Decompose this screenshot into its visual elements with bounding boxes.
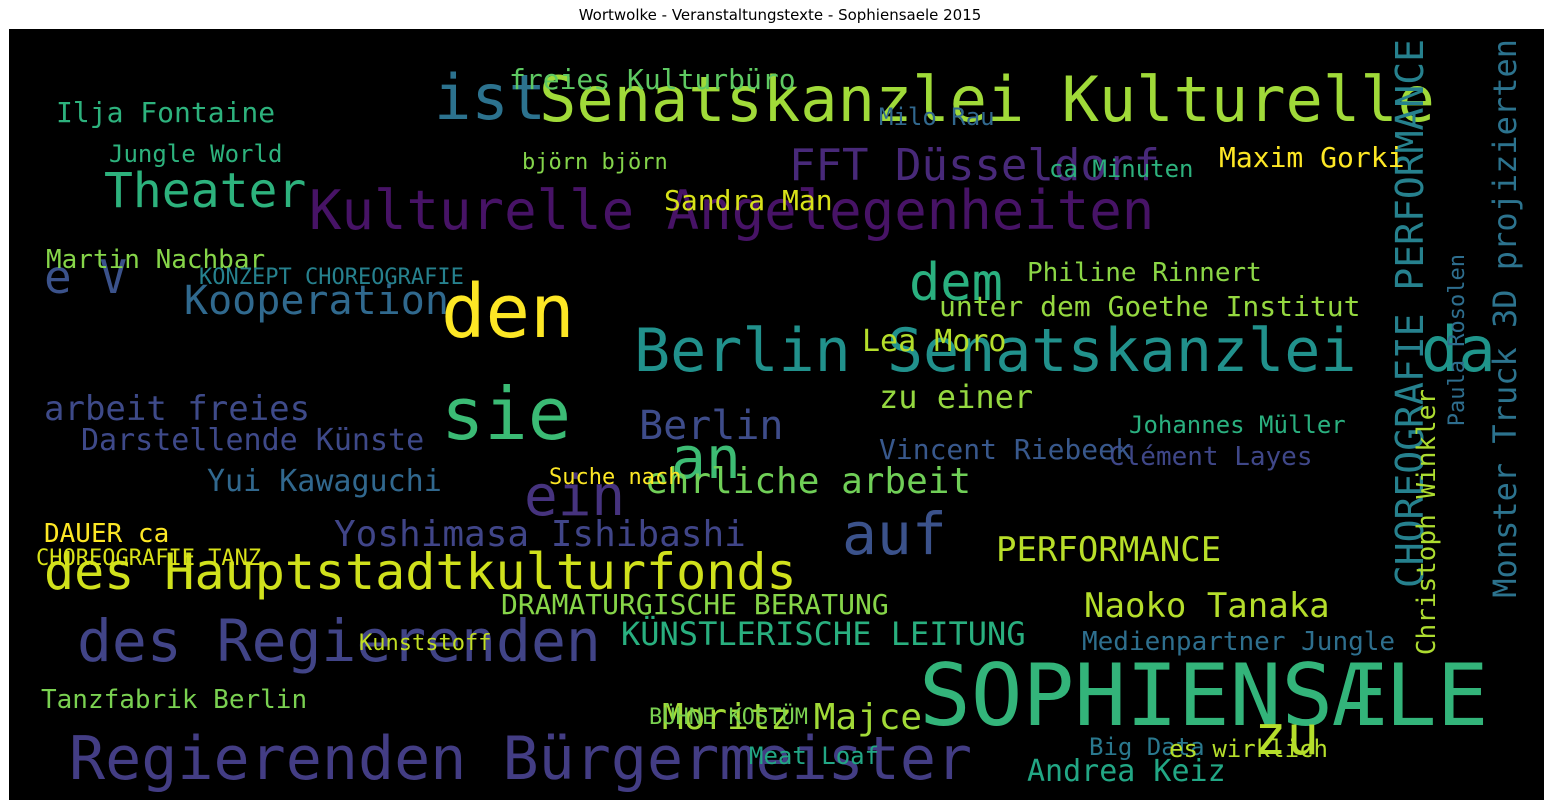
word-22: PERFORMANCE	[996, 530, 1222, 570]
word-29: arbeit freies	[44, 389, 311, 429]
word-50: KONZEPT CHOREOGRAFIE	[199, 265, 464, 290]
word-51: DAUER ca	[44, 519, 170, 549]
word-39: Lea Moro	[862, 324, 1007, 359]
word-33: freies Kulturbüro	[509, 63, 796, 96]
word-0: SOPHIENSÆLE	[919, 646, 1489, 746]
word-54: BÜHNE KOSTÜM	[649, 705, 808, 730]
word-8: sie	[441, 372, 572, 456]
word-41: Sandra Man	[664, 184, 833, 217]
word-44: Paula Rosolen	[1445, 254, 1470, 427]
word-10: auf	[842, 500, 947, 568]
word-cloud: SOPHIENSÆLE Senatskanzlei Kulturelle Kultu…	[9, 29, 1544, 800]
word-47: zu einer	[879, 378, 1034, 416]
word-17: Theater	[104, 163, 307, 219]
word-53: Jungle World	[109, 140, 283, 168]
word-27: Yoshimasa Ishibashi	[334, 514, 746, 555]
word-57: es wirklich	[1169, 735, 1328, 763]
word-48: Ilja Fontaine	[56, 96, 276, 129]
word-28: Darstellende Künste	[81, 423, 425, 458]
word-31: Tanzfabrik Berlin	[41, 685, 308, 715]
word-55: Meat Loaf	[749, 742, 880, 770]
word-52: CHOREOGRAFIE TANZ	[36, 546, 262, 571]
word-46: Berlin	[639, 403, 784, 449]
word-35: Philine Rinnert	[1027, 258, 1262, 288]
word-43: Christoph Winkler	[1412, 389, 1442, 656]
word-62: Kunststoff	[359, 631, 492, 656]
chart-title: Wortwolke - Veranstaltungstexte - Sophie…	[578, 6, 982, 24]
word-34: unter dem Goethe Institut	[939, 290, 1361, 323]
word-58: Suche nach	[549, 465, 682, 490]
word-37: Clément Layes	[1109, 442, 1313, 472]
word-61: ca Minuten	[1049, 155, 1194, 183]
word-59: Milo Rau	[879, 103, 995, 131]
word-25: Naoko Tanaka	[1084, 586, 1330, 626]
word-40: Maxim Gorki	[1219, 141, 1405, 174]
word-23: KÜNSTLERISCHE LEITUNG	[621, 615, 1026, 653]
word-21: ehrliche arbeit	[646, 461, 972, 502]
word-42: Yui Kawaguchi	[207, 464, 442, 499]
word-38: Vincent Riebeek	[879, 433, 1132, 466]
word-36: Johannes Müller	[1129, 411, 1346, 439]
word-60: björn björn	[522, 150, 668, 175]
word-26: Monster Truck 3D projizierten	[1486, 39, 1524, 598]
word-45: Medienpartner Jungle	[1082, 627, 1396, 657]
word-24: DRAMATURGISCHE BERATUNG	[501, 588, 889, 621]
